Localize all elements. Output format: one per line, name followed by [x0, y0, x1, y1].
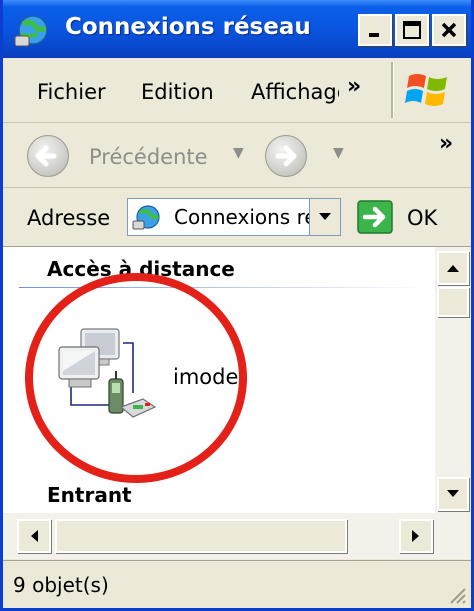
group-header-incoming: Entrant: [47, 483, 132, 507]
menu-view[interactable]: Affichage: [251, 80, 339, 104]
scroll-down-button[interactable]: [437, 477, 469, 511]
menu-overflow-chevron-icon[interactable]: »: [347, 74, 361, 99]
arrow-left-icon: [31, 530, 38, 542]
address-bar: Adresse Connexions réseau OK: [3, 188, 471, 247]
back-label[interactable]: Précédente: [89, 145, 208, 169]
highlight-circle: [25, 273, 247, 483]
horizontal-scrollbar[interactable]: [3, 513, 471, 559]
minimize-button[interactable]: [358, 14, 392, 46]
scroll-up-button[interactable]: [437, 251, 469, 285]
arrow-down-icon: [447, 490, 459, 497]
chevron-down-icon: [319, 213, 331, 220]
resize-grip-icon[interactable]: [445, 583, 467, 605]
close-icon: [441, 22, 457, 38]
menu-separator: [391, 62, 394, 118]
back-arrow-icon: [35, 145, 57, 167]
forward-dropdown-icon[interactable]: ▼: [333, 145, 344, 161]
status-item-count: 9 objet(s): [13, 573, 109, 597]
menu-edit-label: Edition: [141, 80, 214, 104]
menu-file-label: Fichier: [37, 80, 106, 104]
network-connections-icon: [132, 205, 160, 230]
forward-button[interactable]: [265, 135, 307, 177]
forward-arrow-icon: [275, 145, 297, 167]
address-label: Adresse: [27, 206, 111, 230]
maximize-button[interactable]: [395, 14, 429, 46]
go-arrow-icon[interactable]: [357, 200, 393, 234]
navigation-toolbar: Précédente ▼ ▼ »: [3, 123, 471, 188]
window-title: Connexions réseau: [65, 14, 311, 40]
explorer-window: Connexions réseau Fichier Edition Affich…: [0, 0, 474, 611]
arrow-up-icon: [447, 265, 459, 272]
menu-bar: Fichier Edition Affichage »: [3, 58, 471, 123]
back-dropdown-icon[interactable]: ▼: [233, 145, 244, 161]
menu-file[interactable]: Fichier: [37, 80, 106, 104]
vertical-scrollbar[interactable]: [435, 247, 471, 513]
close-button[interactable]: [432, 14, 466, 46]
maximize-icon: [403, 21, 421, 39]
file-list-pane: Accès à distance imode Entrant: [3, 247, 435, 513]
toolbar-overflow-chevron-icon[interactable]: »: [439, 131, 453, 156]
minimize-icon: [369, 33, 379, 37]
menu-edit[interactable]: Edition: [141, 80, 214, 104]
back-button[interactable]: [27, 135, 69, 177]
address-input[interactable]: Connexions réseau: [127, 198, 341, 236]
menu-view-label: Affichage: [251, 80, 339, 104]
network-connections-icon: [14, 15, 48, 47]
scroll-right-button[interactable]: [399, 519, 433, 553]
arrow-right-icon: [412, 530, 419, 542]
title-bar[interactable]: Connexions réseau: [3, 0, 471, 58]
go-button-label[interactable]: OK: [407, 206, 437, 230]
scroll-left-button[interactable]: [17, 519, 51, 553]
address-dropdown-button[interactable]: [309, 199, 340, 235]
vertical-scroll-thumb[interactable]: [437, 287, 469, 317]
horizontal-scroll-thumb[interactable]: [55, 519, 347, 553]
status-bar: 9 objet(s): [3, 560, 471, 608]
windows-logo-icon: [405, 74, 447, 106]
